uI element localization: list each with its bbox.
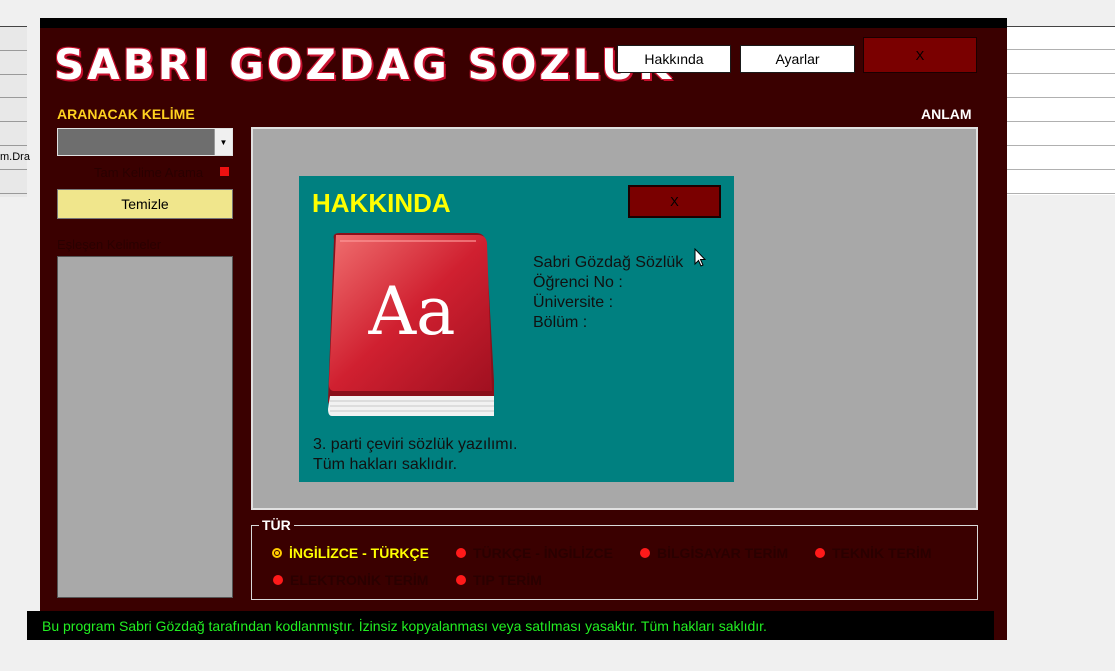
exact-match-label: Tam Kelime Arama [94, 165, 204, 180]
status-text: Bu program Sabri Gözdağ tarafından kodla… [42, 618, 767, 634]
background-divider [0, 97, 27, 98]
type-group: TÜR İNGİLİZCE - TÜRKÇE TÜRKÇE - İNGİLİZC… [251, 517, 978, 600]
exact-match-checkbox[interactable] [220, 167, 229, 176]
radio-option-electronics[interactable]: ELEKTRONİK TERİM [273, 572, 428, 588]
radio-icon [456, 548, 466, 558]
about-close-button[interactable]: X [628, 185, 721, 218]
window-top-border [40, 18, 1007, 28]
background-divider [1007, 193, 1115, 194]
background-divider [0, 169, 27, 170]
radio-label: TÜRKÇE - İNGİLİZCE [473, 545, 613, 561]
about-info: Sabri Gözdağ Sözlük Öğrenci No : Ünivers… [533, 253, 683, 333]
radio-icon [815, 548, 825, 558]
radio-option-medical[interactable]: TIP TERİM [456, 572, 542, 588]
about-dialog-title: HAKKINDA [312, 188, 451, 218]
status-bar: Bu program Sabri Gözdağ tarafından kodla… [27, 611, 994, 640]
about-footer: 3. parti çeviri sözlük yazılımı. Tüm hak… [313, 435, 518, 475]
about-dialog: HAKKINDA X Aa Sabri Gözdağ Sözlük Öğrenc… [299, 176, 734, 482]
search-label: ARANACAK KELİME [57, 106, 195, 122]
book-icon-text: Aa [367, 273, 455, 350]
radio-option-en-tr[interactable]: İNGİLİZCE - TÜRKÇE [272, 545, 429, 561]
about-app-name: Sabri Gözdağ Sözlük [533, 254, 684, 271]
radio-selected-icon [272, 548, 282, 558]
clear-button[interactable]: Temizle [57, 189, 233, 219]
mouse-cursor-icon [694, 247, 707, 268]
background-divider [0, 145, 27, 146]
background-divider [1007, 49, 1115, 50]
about-button[interactable]: Hakkında [617, 45, 731, 73]
radio-label: BİLGİSAYAR TERİM [657, 545, 789, 561]
background-bottom-strip [27, 640, 1007, 671]
chevron-down-icon[interactable]: ▼ [214, 129, 232, 155]
type-group-legend: TÜR [259, 517, 294, 533]
about-footer-line: 3. parti çeviri sözlük yazılımı. [313, 436, 518, 453]
about-student-no: Öğrenci No : [533, 274, 623, 291]
meaning-label: ANLAM [921, 106, 972, 122]
background-divider [1007, 145, 1115, 146]
dictionary-book-icon: Aa [326, 231, 498, 421]
radio-label: İNGİLİZCE - TÜRKÇE [289, 545, 429, 561]
background-left-text: m.Dra [0, 151, 30, 163]
background-divider [0, 74, 27, 75]
about-footer-line: Tüm hakları saklıdır. [313, 456, 458, 473]
radio-icon [273, 575, 283, 585]
radio-label: ELEKTRONİK TERİM [290, 572, 429, 588]
main-window: SABRI GOZDAG SOZLUK Hakkında Ayarlar X A… [40, 18, 1007, 640]
radio-icon [640, 548, 650, 558]
background-divider [1007, 73, 1115, 74]
radio-option-technical[interactable]: TEKNİK TERİM [815, 545, 932, 561]
search-combobox[interactable]: ▼ [57, 128, 233, 156]
about-department: Bölüm : [533, 314, 588, 331]
radio-icon [456, 575, 466, 585]
radio-option-computer[interactable]: BİLGİSAYAR TERİM [640, 545, 788, 561]
background-divider [1007, 121, 1115, 122]
radio-label: TEKNİK TERİM [832, 545, 932, 561]
matches-label: Eşleşen Kelimeler [57, 237, 162, 252]
background-divider [0, 121, 27, 122]
about-university: Üniversite : [533, 294, 614, 311]
background-left-panel [0, 26, 27, 197]
matches-list[interactable] [57, 256, 233, 598]
radio-option-tr-en[interactable]: TÜRKÇE - İNGİLİZCE [456, 545, 613, 561]
background-divider [0, 193, 27, 194]
settings-button[interactable]: Ayarlar [740, 45, 855, 73]
background-divider [1007, 169, 1115, 170]
radio-label: TIP TERİM [473, 572, 542, 588]
app-title: SABRI GOZDAG SOZLUK [54, 40, 674, 89]
background-divider [0, 50, 27, 51]
close-button[interactable]: X [863, 37, 977, 73]
background-divider [1007, 97, 1115, 98]
